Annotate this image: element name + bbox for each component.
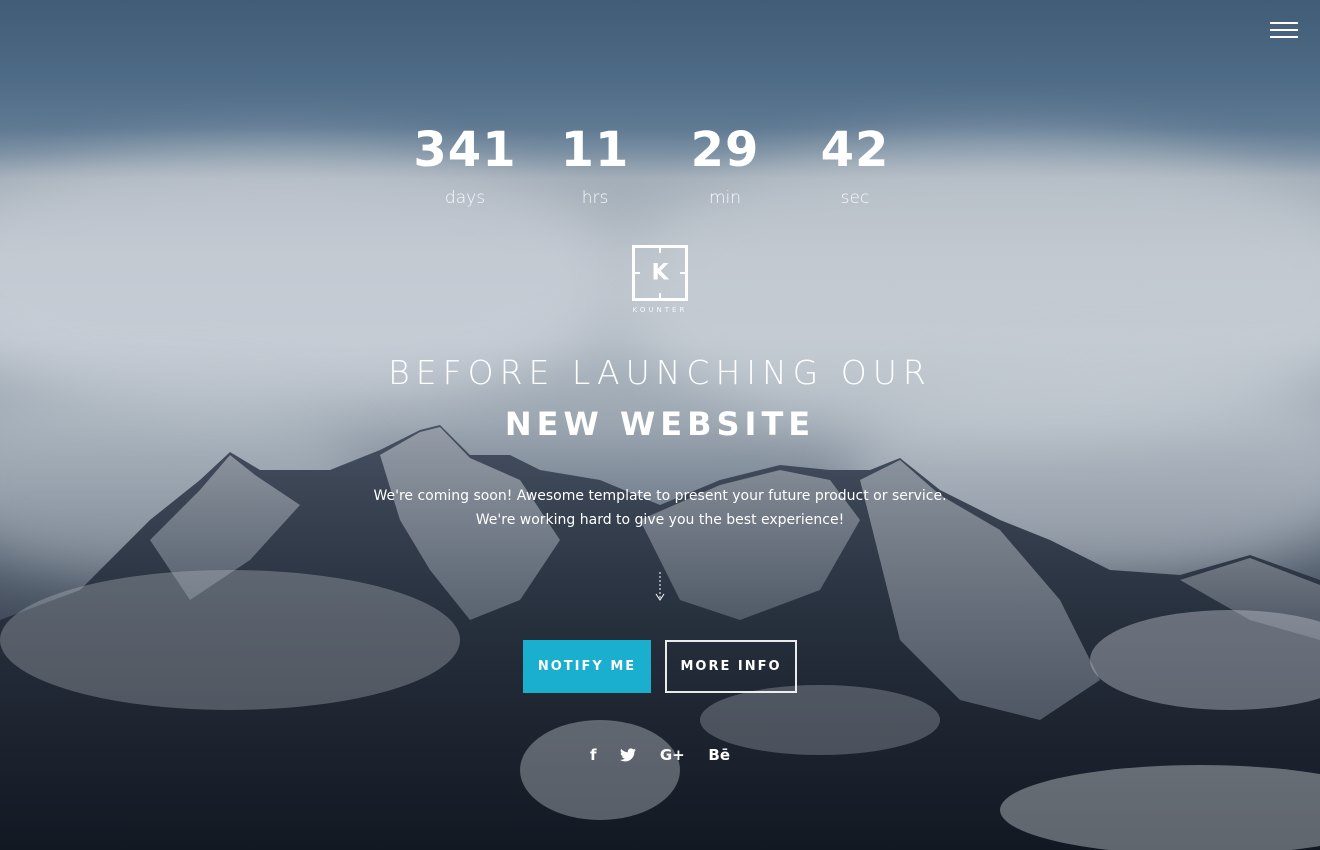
google-plus-icon[interactable]: G+ xyxy=(660,743,685,767)
logo: K xyxy=(632,245,688,301)
headline-line2: NEW WEBSITE xyxy=(504,405,816,443)
countdown-days: 341 days xyxy=(400,120,530,210)
logo-text: KOUNTER xyxy=(632,306,688,314)
countdown-value: 341 xyxy=(413,122,517,178)
subtitle: We're coming soon! Awesome template to p… xyxy=(0,484,1320,532)
more-info-button[interactable]: MORE INFO xyxy=(665,640,797,693)
countdown-hours: 11 hrs xyxy=(530,120,660,210)
countdown-label: min xyxy=(708,188,742,208)
countdown-label: sec xyxy=(840,188,870,208)
twitter-icon[interactable] xyxy=(620,743,637,767)
logo-letter: K xyxy=(651,260,669,286)
notify-me-button[interactable]: NOTIFY ME xyxy=(523,640,651,693)
countdown-value: 29 xyxy=(690,122,760,178)
behance-icon[interactable]: Bē xyxy=(708,743,730,767)
countdown-minutes: 29 min xyxy=(660,120,790,210)
countdown-value: 11 xyxy=(560,122,630,178)
countdown-label: days xyxy=(444,188,486,208)
headline-line1: BEFORE LAUNCHING OUR xyxy=(388,353,932,392)
subtitle-line1: We're coming soon! Awesome template to p… xyxy=(373,488,947,504)
subtitle-line2: We're working hard to give you the best … xyxy=(475,512,845,528)
menu-icon[interactable] xyxy=(1270,22,1298,40)
arrow-down-icon[interactable] xyxy=(654,572,666,602)
countdown-label: hrs xyxy=(581,188,609,208)
social-links: f G+ Bē xyxy=(590,743,730,767)
countdown-seconds: 42 sec xyxy=(790,120,920,210)
countdown: 341 days 11 hrs 29 min 42 sec xyxy=(0,120,1320,210)
countdown-value: 42 xyxy=(820,122,890,178)
facebook-icon[interactable]: f xyxy=(590,743,597,767)
